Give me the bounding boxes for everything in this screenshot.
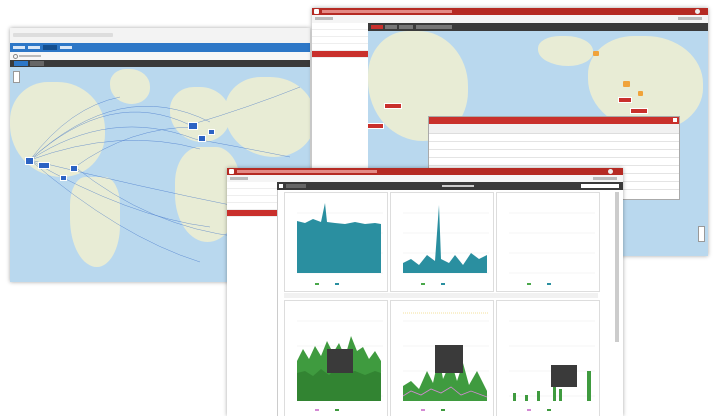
toolbar-action-right[interactable] bbox=[678, 17, 702, 20]
sidebar-item-2[interactable] bbox=[312, 30, 368, 37]
sidebar-item-4[interactable] bbox=[227, 203, 277, 210]
location-label-5[interactable] bbox=[618, 97, 632, 103]
location-label-4[interactable] bbox=[630, 108, 648, 114]
chart-tab-label[interactable] bbox=[286, 184, 306, 188]
search-icon[interactable] bbox=[13, 54, 18, 59]
chart-panel-top-right bbox=[496, 192, 600, 292]
chart-header-bar bbox=[277, 182, 623, 190]
filter-chip-4[interactable] bbox=[416, 25, 452, 29]
empty-chart bbox=[509, 212, 595, 285]
orange-marker-1[interactable] bbox=[593, 51, 599, 56]
map-pin-central[interactable] bbox=[38, 162, 50, 169]
nav-tab-2[interactable] bbox=[28, 46, 40, 49]
map-pin-europe-3[interactable] bbox=[208, 129, 215, 135]
sidebar-item-5-active[interactable] bbox=[312, 51, 368, 58]
filter-chip-3[interactable] bbox=[399, 25, 413, 29]
chart-panel-bottom-mid bbox=[390, 300, 494, 416]
front-sidebar bbox=[227, 182, 278, 416]
table-header-bar bbox=[429, 117, 679, 124]
sidebar-item-5-active[interactable] bbox=[227, 210, 277, 217]
table-row[interactable] bbox=[429, 142, 679, 150]
close-icon[interactable] bbox=[673, 118, 677, 122]
map-pin-europe-2[interactable] bbox=[198, 135, 206, 142]
area-chart-teal bbox=[297, 203, 383, 285]
front-app-header bbox=[227, 168, 623, 175]
section-divider-label bbox=[284, 293, 598, 298]
browser-address-bar[interactable] bbox=[10, 28, 310, 44]
orange-marker-2[interactable] bbox=[623, 81, 630, 87]
back-button[interactable] bbox=[279, 184, 283, 188]
chart-panel-top-left bbox=[284, 192, 388, 292]
map-pin-east[interactable] bbox=[70, 165, 78, 172]
sidebar-item-4[interactable] bbox=[312, 44, 368, 51]
chart-panel-bottom-right bbox=[496, 300, 600, 416]
table-row[interactable] bbox=[429, 134, 679, 142]
chart-tooltip bbox=[435, 345, 463, 373]
table-row[interactable] bbox=[429, 158, 679, 166]
sidebar-item-1[interactable] bbox=[227, 182, 277, 189]
scrollbar[interactable] bbox=[615, 192, 619, 342]
map-filter-bar bbox=[368, 23, 708, 31]
sidebar-item-2[interactable] bbox=[227, 189, 277, 196]
address-field[interactable] bbox=[13, 33, 113, 37]
sidebar-item-3[interactable] bbox=[227, 196, 277, 203]
filter-chip-1[interactable] bbox=[371, 25, 383, 29]
map-zoom-controls[interactable] bbox=[698, 226, 705, 242]
chart-tooltip bbox=[551, 365, 577, 387]
user-avatar[interactable] bbox=[695, 9, 700, 14]
header-menu[interactable] bbox=[322, 10, 452, 13]
header-menu[interactable] bbox=[237, 170, 377, 173]
search-input[interactable] bbox=[581, 184, 619, 188]
filter-label bbox=[19, 55, 41, 57]
nav-tab-4[interactable] bbox=[60, 46, 72, 49]
chart-panel-bottom-left bbox=[284, 300, 388, 416]
front-dashboard-window bbox=[227, 168, 623, 416]
orange-marker-3[interactable] bbox=[638, 91, 643, 96]
app-logo bbox=[229, 169, 234, 174]
location-label-1[interactable] bbox=[384, 103, 402, 109]
filter-chip-2[interactable] bbox=[385, 25, 397, 29]
toolbar-action[interactable] bbox=[315, 17, 333, 20]
app-nav-bar bbox=[10, 43, 310, 52]
nav-tab-1[interactable] bbox=[13, 46, 25, 49]
table-columns-header bbox=[429, 124, 679, 134]
alaska-landmass bbox=[538, 36, 593, 66]
user-avatar[interactable] bbox=[608, 169, 613, 174]
sidebar-item-1[interactable] bbox=[312, 23, 368, 30]
table-row[interactable] bbox=[429, 150, 679, 158]
right-app-header bbox=[312, 8, 708, 15]
bar-chart-green bbox=[509, 320, 595, 411]
zoom-controls[interactable] bbox=[13, 71, 20, 83]
view-toggle-button-2[interactable] bbox=[30, 61, 44, 66]
date-range-label bbox=[442, 185, 474, 187]
sidebar-item-3[interactable] bbox=[312, 37, 368, 44]
chart-tooltip bbox=[327, 349, 353, 373]
map-pin-west[interactable] bbox=[25, 157, 34, 165]
app-logo bbox=[314, 9, 319, 14]
chart-panel-top-mid bbox=[390, 192, 494, 292]
map-pin-europe[interactable] bbox=[188, 122, 198, 130]
view-mode-bar bbox=[10, 60, 310, 67]
view-toggle-button[interactable] bbox=[14, 61, 28, 66]
location-label-2[interactable] bbox=[368, 123, 384, 129]
toolbar-action[interactable] bbox=[230, 177, 248, 180]
nav-tab-3-active[interactable] bbox=[43, 45, 57, 50]
map-pin-east-2[interactable] bbox=[60, 175, 67, 181]
toolbar-action-right[interactable] bbox=[593, 177, 617, 180]
area-chart-teal-spike bbox=[403, 205, 489, 285]
